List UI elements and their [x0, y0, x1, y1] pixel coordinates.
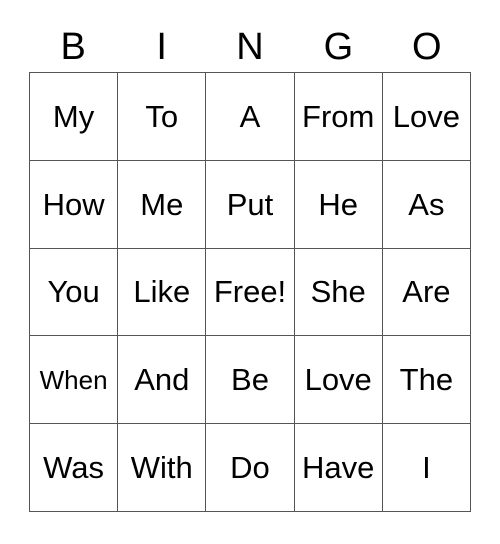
bingo-cell-r1c0[interactable]: How	[30, 160, 119, 249]
bingo-cell-r1c3[interactable]: He	[294, 160, 383, 249]
bingo-cell-label: Are	[402, 274, 451, 310]
bingo-cell-label: He	[318, 186, 359, 222]
bingo-cell-label: I	[422, 450, 431, 486]
bingo-grid: My To A From Love How Me Put He As You L…	[29, 72, 471, 512]
bingo-cell-r0c1[interactable]: To	[118, 73, 207, 161]
bingo-cell-r4c1[interactable]: With	[118, 424, 207, 512]
bingo-cell-r0c2[interactable]: A	[206, 73, 295, 161]
bingo-cell-label: Was	[43, 450, 105, 486]
bingo-cell-label: When	[39, 364, 108, 395]
bingo-cell-r0c4[interactable]: Love	[382, 73, 471, 161]
bingo-cell-r1c2[interactable]: Put	[206, 160, 295, 249]
bingo-cell-label: With	[130, 450, 193, 486]
bingo-cell-r1c4[interactable]: As	[382, 160, 471, 249]
bingo-cell-label: Love	[392, 98, 460, 134]
bingo-cell-r0c0[interactable]: My	[30, 73, 119, 161]
bingo-cell-r2c3[interactable]: She	[294, 248, 383, 337]
bingo-cell-label: To	[145, 98, 179, 134]
bingo-cell-label: She	[310, 274, 366, 310]
bingo-header-letter-i: I	[156, 26, 167, 68]
bingo-cell-r2c1[interactable]: Like	[118, 248, 207, 337]
bingo-cell-r4c2[interactable]: Do	[206, 424, 295, 512]
bingo-header-row: B I N G O	[29, 22, 471, 72]
bingo-cell-r4c4[interactable]: I	[382, 424, 471, 512]
bingo-cell-r4c0[interactable]: Was	[30, 424, 119, 512]
bingo-cell-r3c1[interactable]: And	[118, 336, 207, 425]
bingo-cell-r3c4[interactable]: The	[382, 336, 471, 425]
bingo-cell-r3c0[interactable]: When	[30, 336, 119, 425]
bingo-cell-label: How	[42, 186, 105, 222]
bingo-cell-label: The	[399, 362, 454, 398]
bingo-header-letter-g: G	[323, 26, 354, 68]
bingo-cell-label: As	[408, 186, 445, 222]
bingo-cell-r4c3[interactable]: Have	[294, 424, 383, 512]
bingo-cell-label: Be	[231, 362, 269, 398]
bingo-cell-label: And	[134, 362, 190, 398]
bingo-free-space-label: Free!	[213, 274, 287, 310]
bingo-header-letter-b: B	[60, 26, 86, 68]
bingo-cell-label: Put	[226, 186, 274, 222]
bingo-cell-free-space[interactable]: Free!	[206, 248, 295, 337]
bingo-cell-label: Do	[230, 450, 270, 486]
bingo-cell-label: Have	[302, 450, 375, 486]
bingo-cell-label: Like	[133, 274, 191, 310]
bingo-cell-label: My	[52, 98, 95, 134]
bingo-cell-r3c3[interactable]: Love	[294, 336, 383, 425]
bingo-cell-r1c1[interactable]: Me	[118, 160, 207, 249]
bingo-cell-label: Love	[304, 362, 372, 398]
bingo-cell-label: Me	[140, 186, 184, 222]
bingo-cell-label: A	[239, 98, 261, 134]
bingo-cell-r2c4[interactable]: Are	[382, 248, 471, 337]
bingo-card: B I N G O My To A From Love How Me Put H…	[0, 0, 500, 544]
bingo-header-letter-n: N	[236, 26, 264, 68]
bingo-cell-r0c3[interactable]: From	[294, 73, 383, 161]
bingo-cell-r2c0[interactable]: You	[30, 248, 119, 337]
bingo-cell-r3c2[interactable]: Be	[206, 336, 295, 425]
bingo-cell-label: From	[302, 98, 375, 134]
bingo-cell-label: You	[47, 274, 100, 310]
bingo-header-letter-o: O	[412, 26, 442, 68]
